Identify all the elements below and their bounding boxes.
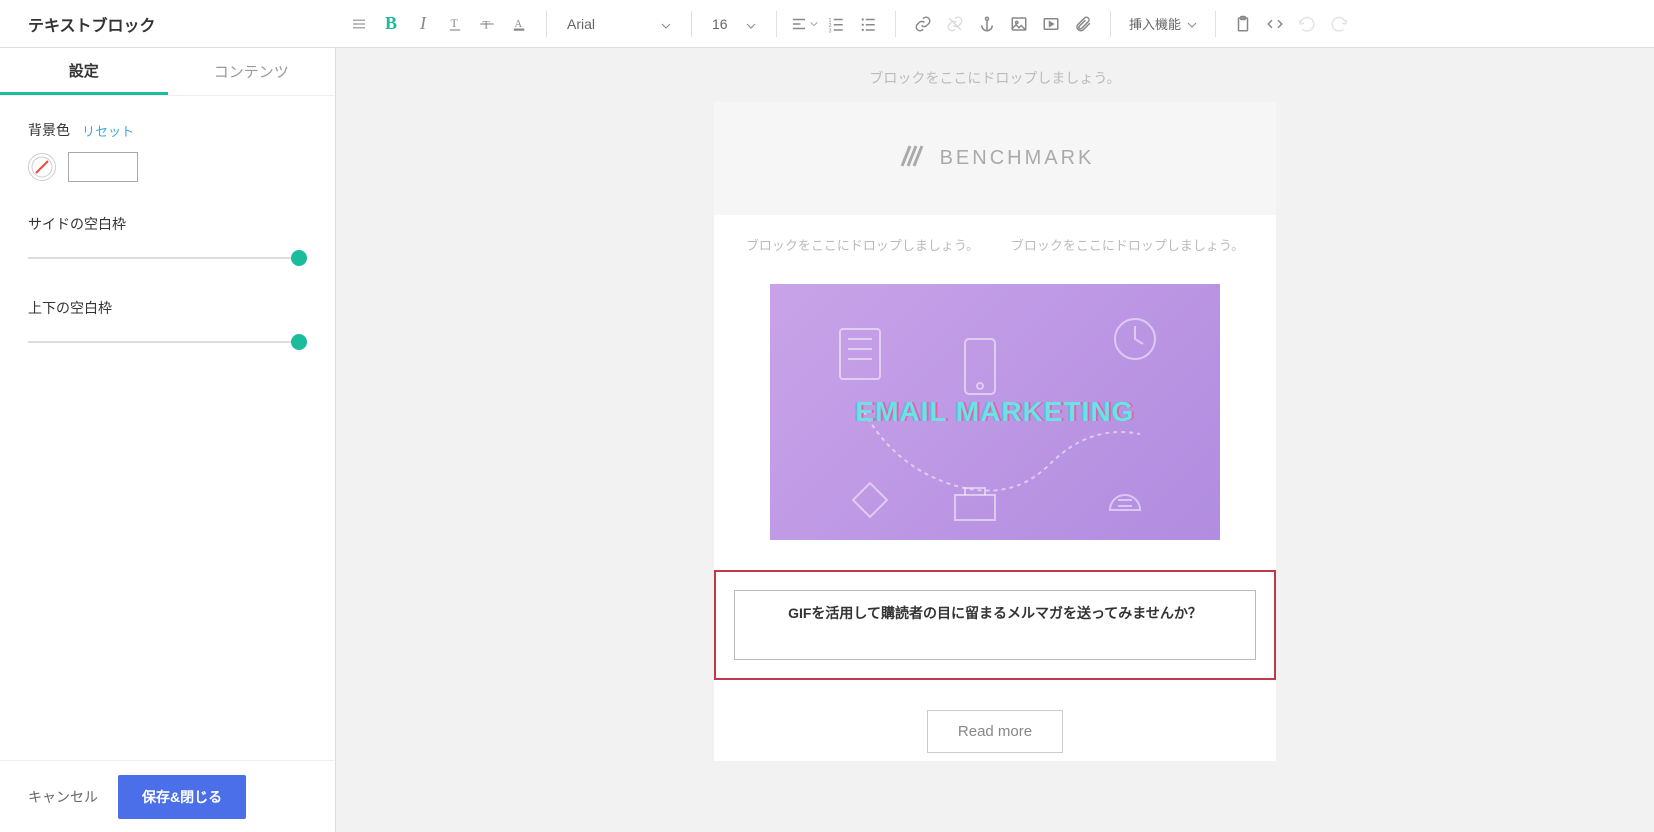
toolbar-divider [895, 11, 896, 37]
underline-button[interactable]: T [440, 9, 470, 39]
sidebar-tabs: 設定 コンテンツ [0, 48, 335, 96]
tab-settings[interactable]: 設定 [0, 48, 168, 95]
bold-button[interactable]: B [376, 9, 406, 39]
slider-track [28, 341, 307, 343]
settings-panel-body: 背景色 リセット サイドの空白枠 上下の空白枠 [0, 96, 335, 760]
sidebar-footer: キャンセル 保存&閉じる [0, 760, 335, 832]
toolbar-divider [776, 11, 777, 37]
slider-thumb[interactable] [291, 334, 307, 350]
bg-color-control: 背景色 リセット [28, 120, 307, 182]
dropzone-row: ブロックをここにドロップしましょう。 ブロックをここにドロップしましょう。 [714, 215, 1276, 264]
side-padding-label: サイドの空白枠 [28, 216, 126, 232]
vertical-padding-control: 上下の空白枠 [28, 298, 307, 350]
email-header-block[interactable]: BENCHMARK [714, 102, 1276, 215]
brand-logo: BENCHMARK [896, 140, 1095, 177]
image-button[interactable] [1004, 9, 1034, 39]
block-type-title: テキストブロック [0, 12, 336, 36]
slider-thumb[interactable] [291, 250, 307, 266]
tab-contents[interactable]: コンテンツ [168, 48, 336, 95]
dropzone-left[interactable]: ブロックをここにドロップしましょう。 [730, 235, 995, 254]
unordered-list-button[interactable] [853, 9, 883, 39]
bg-color-label: 背景色 [28, 120, 70, 140]
svg-text:T: T [451, 16, 459, 30]
strikethrough-button[interactable]: T [472, 9, 502, 39]
video-button[interactable] [1036, 9, 1066, 39]
cancel-button[interactable]: キャンセル [28, 787, 98, 807]
font-size-value: 16 [712, 16, 728, 32]
svg-text:A: A [515, 19, 523, 30]
color-swatch[interactable] [68, 152, 138, 182]
side-padding-control: サイドの空白枠 [28, 214, 307, 266]
align-button[interactable] [789, 9, 819, 39]
svg-text:3: 3 [829, 28, 832, 33]
hero-image-block[interactable]: EMAIL MARKETING [714, 264, 1276, 560]
chevron-down-icon [1187, 16, 1197, 31]
settings-sidebar: 設定 コンテンツ 背景色 リセット サイドの空白枠 上下の空白枠 [0, 48, 336, 832]
clipboard-button[interactable] [1228, 9, 1258, 39]
vertical-padding-label: 上下の空白枠 [28, 300, 112, 316]
hero-text: EMAIL MARKETING [856, 396, 1135, 428]
insert-feature-select[interactable]: 挿入機能 [1123, 14, 1203, 33]
toolbar-divider [546, 11, 547, 37]
line-height-icon[interactable] [344, 9, 374, 39]
attachment-button[interactable] [1068, 9, 1098, 39]
brand-name: BENCHMARK [940, 147, 1095, 170]
chevron-down-icon [746, 16, 756, 32]
text-editor[interactable]: GIFを活用して購読者の目に留まるメルマガを送ってみませんか？ [734, 590, 1256, 660]
vertical-padding-slider[interactable] [28, 334, 307, 350]
font-family-value: Arial [567, 16, 595, 32]
email-canvas[interactable]: ブロックをここにドロップしましょう。 BENCHMARK ブロックをここにドロッ… [336, 48, 1654, 832]
selected-text-block[interactable]: GIFを活用して購読者の目に留まるメルマガを送ってみませんか？ [714, 570, 1276, 680]
link-button[interactable] [908, 9, 938, 39]
no-color-button[interactable] [28, 153, 56, 181]
italic-button[interactable]: I [408, 9, 438, 39]
anchor-button[interactable] [972, 9, 1002, 39]
read-more-button[interactable]: Read more [927, 710, 1063, 753]
redo-button[interactable] [1324, 9, 1354, 39]
chevron-down-icon [661, 16, 671, 32]
code-view-button[interactable] [1260, 9, 1290, 39]
slider-track [28, 257, 307, 259]
email-frame: BENCHMARK ブロックをここにドロップしましょう。 ブロックをここにドロッ… [714, 102, 1276, 761]
dropzone-top[interactable]: ブロックをここにドロップしましょう。 [336, 48, 1654, 102]
dropzone-right[interactable]: ブロックをここにドロップしましょう。 [995, 235, 1260, 254]
cta-block[interactable]: Read more [714, 690, 1276, 761]
text-color-button[interactable]: A [504, 9, 534, 39]
toolbar-divider [1110, 11, 1111, 37]
toolbar-divider [691, 11, 692, 37]
text-toolbar: テキストブロック B I T T A Arial 16 123 挿入機能 [0, 0, 1654, 48]
toolbar-actions: B I T T A Arial 16 123 挿入機能 [336, 9, 1654, 39]
benchmark-logo-icon [896, 140, 928, 177]
save-close-button[interactable]: 保存&閉じる [118, 775, 246, 819]
toolbar-divider [1215, 11, 1216, 37]
undo-button[interactable] [1292, 9, 1322, 39]
side-padding-slider[interactable] [28, 250, 307, 266]
font-size-select[interactable]: 16 [704, 9, 764, 39]
ordered-list-button[interactable]: 123 [821, 9, 851, 39]
hero-image: EMAIL MARKETING [770, 284, 1220, 540]
reset-link[interactable]: リセット [82, 121, 134, 140]
unlink-button[interactable] [940, 9, 970, 39]
font-family-select[interactable]: Arial [559, 9, 679, 39]
